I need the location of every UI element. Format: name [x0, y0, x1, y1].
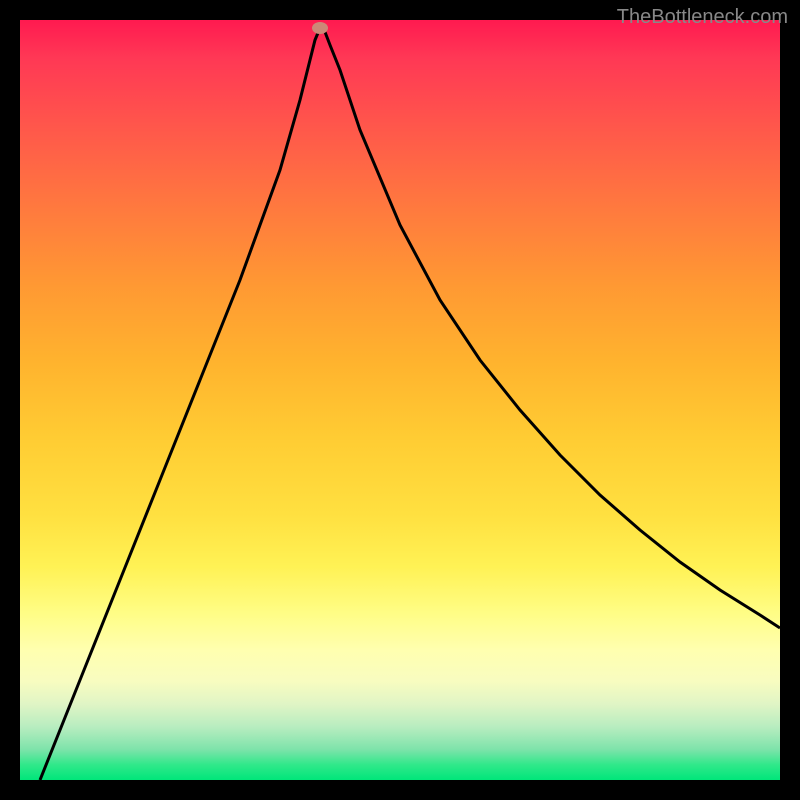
- bottleneck-curve: [40, 28, 780, 780]
- curve-svg: [20, 20, 780, 780]
- watermark-text: TheBottleneck.com: [617, 6, 788, 29]
- plot-area: [20, 20, 780, 780]
- optimal-marker-icon: [312, 22, 328, 34]
